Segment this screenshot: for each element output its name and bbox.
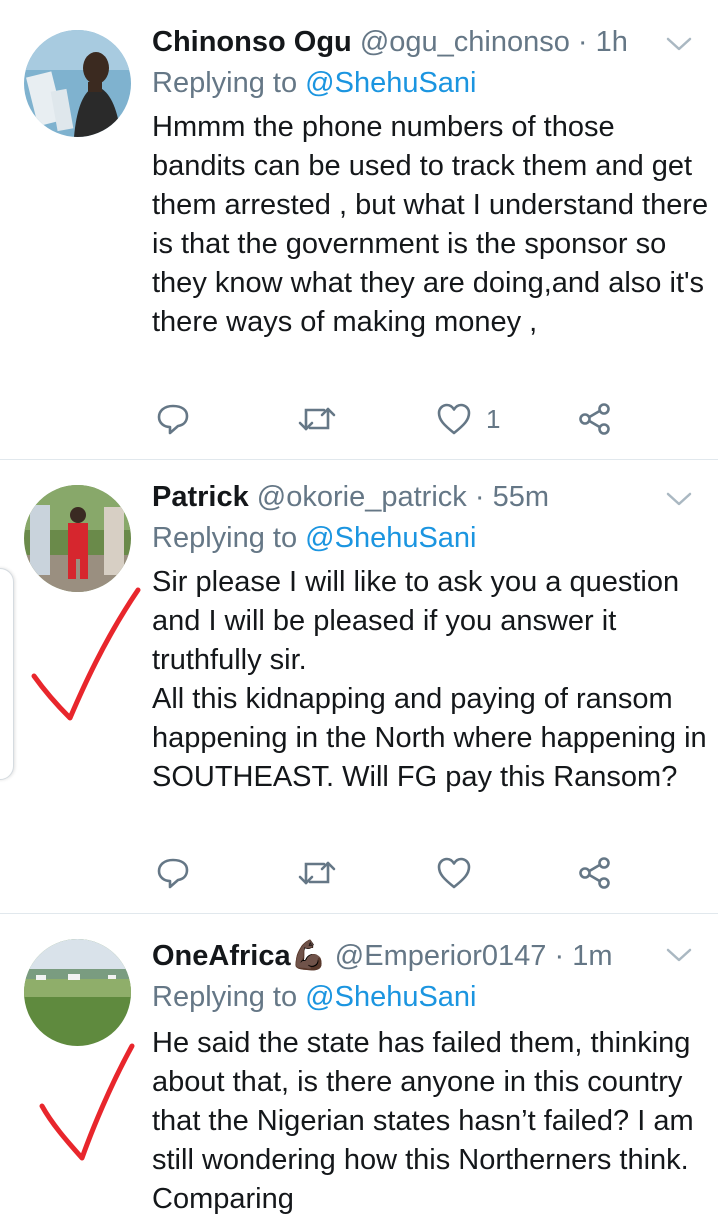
separator-dot: · xyxy=(554,940,565,972)
retweet-button[interactable] xyxy=(297,853,337,893)
display-name[interactable]: Patrick xyxy=(152,481,249,513)
like-button[interactable]: 1 xyxy=(436,399,500,439)
user-handle[interactable]: @okorie_patrick xyxy=(257,481,467,513)
chevron-down-icon[interactable] xyxy=(664,489,694,509)
mention-link[interactable]: @ShehuSani xyxy=(305,981,476,1013)
share-button[interactable] xyxy=(577,853,613,893)
tweet-text: He said the state has failed them, think… xyxy=(152,1027,694,1215)
replying-to-label: Replying to xyxy=(152,522,298,554)
reply-icon xyxy=(157,858,189,889)
display-name[interactable]: OneAfrica💪🏿 xyxy=(152,940,327,972)
action-bar xyxy=(152,853,652,893)
mention-link[interactable]: @ShehuSani xyxy=(305,67,476,99)
retweet-button[interactable] xyxy=(297,399,337,439)
reply-button[interactable] xyxy=(155,399,191,439)
avatar[interactable] xyxy=(24,939,131,1046)
timestamp[interactable]: 55m xyxy=(493,481,549,513)
like-count: 1 xyxy=(486,403,501,434)
user-handle[interactable]: @ogu_chinonso xyxy=(360,26,570,58)
tweet-3[interactable]: OneAfrica💪🏿 @Emperior0147 · 1m Replying … xyxy=(0,914,718,1215)
share-button[interactable] xyxy=(577,399,613,439)
chevron-down-icon[interactable] xyxy=(664,34,694,54)
retweet-icon xyxy=(298,861,336,885)
separator-dot: · xyxy=(577,26,588,58)
timestamp[interactable]: 1m xyxy=(572,940,612,972)
avatar[interactable] xyxy=(24,485,131,592)
tweet-1[interactable]: Chinonso Ogu @ogu_chinonso · 1h Replying… xyxy=(0,0,718,460)
replying-to: Replying to @ShehuSani xyxy=(152,521,477,555)
mention-link[interactable]: @ShehuSani xyxy=(305,522,476,554)
replying-to-label: Replying to xyxy=(152,67,298,99)
heart-icon xyxy=(437,403,471,435)
separator-dot: · xyxy=(474,481,485,513)
share-icon xyxy=(579,857,610,889)
heart-icon xyxy=(437,857,471,889)
chevron-down-icon[interactable] xyxy=(664,945,694,965)
tweet-text: Hmmm the phone numbers of those bandits … xyxy=(152,111,709,338)
tweet-2[interactable]: Patrick @okorie_patrick · 55m Replying t… xyxy=(0,460,718,914)
replying-to: Replying to @ShehuSani xyxy=(152,66,477,100)
retweet-icon xyxy=(298,407,336,431)
share-icon xyxy=(579,403,610,435)
action-bar: 1 xyxy=(152,399,652,439)
like-button[interactable] xyxy=(436,853,486,893)
replying-to-label: Replying to xyxy=(152,981,298,1013)
reply-button[interactable] xyxy=(155,853,191,893)
user-handle[interactable]: @Emperior0147 xyxy=(335,940,547,972)
avatar[interactable] xyxy=(24,30,131,137)
reply-icon xyxy=(157,404,189,435)
tweet-text: Sir please I will like to ask you a ques… xyxy=(152,566,707,793)
replying-to: Replying to @ShehuSani xyxy=(152,980,477,1014)
timestamp[interactable]: 1h xyxy=(596,26,628,58)
display-name[interactable]: Chinonso Ogu xyxy=(152,26,352,58)
